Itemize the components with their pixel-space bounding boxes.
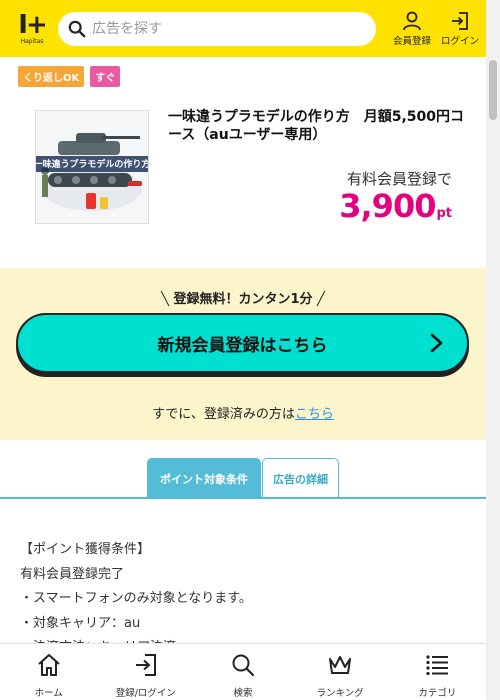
product-image-text: 一味違うプラモデルの作り方 (36, 158, 148, 170)
nav-search-label: 検索 (233, 688, 253, 699)
bottom-navigation: ホーム 登録/ログイン 検索 ランキング カテゴリ (0, 643, 486, 700)
scrollbar-thumb[interactable] (489, 60, 497, 120)
search-bar[interactable] (58, 11, 376, 46)
offer-badges: くり返しOK すぐ (18, 66, 121, 87)
logo-mark: I+ (18, 9, 48, 40)
offer-title: 一味違うプラモデルの作り方 月額5,500円コース（auユーザー専用） (168, 109, 465, 143)
list-icon (426, 655, 449, 676)
page-scrollbar[interactable] (486, 0, 500, 700)
tab-underline (0, 497, 486, 499)
points-amount: 3,900 pt (339, 187, 452, 225)
header-register-button[interactable]: 会員登録 (392, 0, 432, 57)
crown-icon (329, 656, 352, 674)
nav-register-login-label: 登録/ログイン (115, 688, 176, 699)
header-register-label: 会員登録 (392, 35, 431, 47)
search-input[interactable] (92, 20, 362, 37)
slash-left-icon: ╲ (161, 292, 169, 307)
top-header: I+ Hapitas 会員登録 ログイン (0, 0, 486, 57)
slash-right-icon: ╱ (317, 292, 325, 307)
nav-ranking-label: ランキング (316, 688, 364, 699)
chevron-right-icon (430, 333, 443, 353)
nav-home[interactable]: ホーム (0, 644, 97, 700)
new-member-register-button[interactable]: 新規会員登録はこちら (16, 313, 469, 373)
badge-instant: すぐ (90, 66, 121, 87)
login-icon (135, 654, 156, 676)
nav-category[interactable]: カテゴリ (389, 644, 486, 700)
nav-home-label: ホーム (34, 688, 63, 699)
login-icon (452, 11, 468, 30)
logo-wordmark: Hapitas (20, 37, 44, 45)
home-icon (37, 654, 60, 676)
register-button-label: 新規会員登録はこちら (157, 335, 328, 356)
search-icon (232, 654, 255, 677)
nav-category-label: カテゴリ (418, 688, 457, 699)
condition-line: ・スマートフォンのみ対象となります。 (20, 591, 252, 606)
hapitas-logo[interactable]: I+ Hapitas (10, 7, 54, 51)
header-login-button[interactable]: ログイン (438, 0, 482, 57)
points-condition-label: 有料会員登録で (346, 170, 452, 188)
badge-repeat-ok: くり返しOK (18, 66, 85, 87)
tab-point-conditions[interactable]: ポイント対象条件 (147, 458, 261, 499)
login-link[interactable]: こちら (295, 407, 334, 422)
already-registered-prefix: すでに、登録済みの方は (152, 407, 295, 422)
product-image: 一味違うプラモデルの作り方 (35, 110, 149, 224)
tab-ad-details[interactable]: 広告の詳細 (262, 458, 339, 499)
already-registered-text: すでに、登録済みの方はこちら (0, 403, 486, 422)
search-icon (68, 20, 86, 37)
nav-search[interactable]: 検索 (194, 644, 291, 700)
points-value: 3,900 (339, 187, 436, 225)
free-registration-text: 登録無料！カンタン1分 (173, 292, 313, 307)
condition-line: ・対象キャリア：au (20, 615, 141, 631)
header-login-label: ログイン (440, 35, 479, 47)
user-icon (403, 11, 421, 30)
condition-line: 有料会員登録完了 (20, 566, 125, 582)
model-tank-illustration: 一味違うプラモデルの作り方 (36, 111, 148, 223)
nav-ranking[interactable]: ランキング (292, 644, 389, 700)
free-registration-tag: ╲ 登録無料！カンタン1分 ╱ (0, 288, 486, 307)
points-unit: pt (436, 206, 452, 221)
condition-line: 【ポイント獲得条件】 (20, 542, 151, 557)
nav-register-login[interactable]: 登録/ログイン (97, 644, 194, 700)
